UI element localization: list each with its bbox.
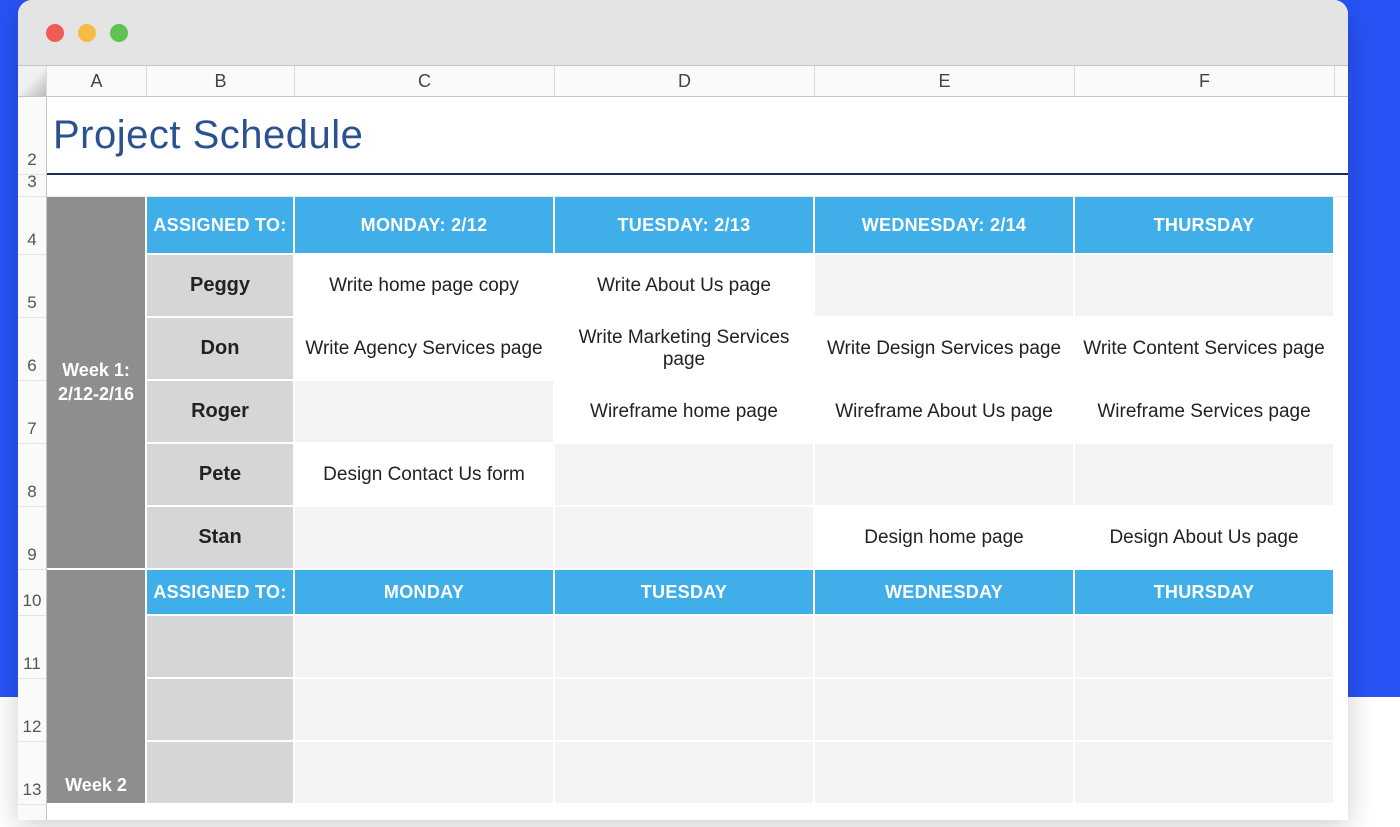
col-header[interactable]: A <box>47 66 147 96</box>
close-icon[interactable] <box>46 24 64 42</box>
row-header[interactable]: 11 <box>18 616 46 679</box>
task-cell[interactable]: Write Agency Services page <box>295 318 555 381</box>
row-header[interactable]: 7 <box>18 381 46 444</box>
col-header[interactable]: F <box>1075 66 1335 96</box>
task-cell[interactable] <box>1075 742 1335 805</box>
week-label[interactable]: Week 1: 2/12-2/16 <box>47 197 147 570</box>
task-cell[interactable]: Wireframe home page <box>555 381 815 444</box>
task-cell[interactable]: Design Contact Us form <box>295 444 555 507</box>
col-header[interactable]: C <box>295 66 555 96</box>
task-cell[interactable] <box>1075 444 1335 507</box>
task-cell[interactable] <box>295 507 555 570</box>
task-cell[interactable] <box>815 616 1075 679</box>
table-header[interactable]: TUESDAY <box>555 570 815 616</box>
row-header[interactable]: 4 <box>18 197 46 255</box>
task-cell[interactable]: Design home page <box>815 507 1075 570</box>
row-header[interactable]: 3 <box>18 175 46 197</box>
task-cell[interactable] <box>1075 616 1335 679</box>
task-cell[interactable] <box>295 381 555 444</box>
row-headers: 2 3 4 5 6 7 8 9 10 11 12 13 <box>18 97 47 820</box>
page-title: Project Schedule <box>53 113 363 158</box>
row-header[interactable]: 13 <box>18 742 46 805</box>
row-header[interactable]: 2 <box>18 97 46 175</box>
table-header[interactable]: THURSDAY <box>1075 570 1335 616</box>
col-header[interactable]: D <box>555 66 815 96</box>
table-header[interactable]: WEDNESDAY: 2/14 <box>815 197 1075 255</box>
assignee-cell[interactable]: Don <box>147 318 295 381</box>
assignee-cell[interactable] <box>147 679 295 742</box>
task-cell[interactable]: Write home page copy <box>295 255 555 318</box>
assignee-cell[interactable] <box>147 742 295 805</box>
app-window: A B C D E F 2 3 4 5 6 7 8 9 10 11 12 13 <box>18 0 1348 820</box>
maximize-icon[interactable] <box>110 24 128 42</box>
table-header[interactable]: THURSDAY <box>1075 197 1335 255</box>
task-cell[interactable] <box>555 679 815 742</box>
col-header[interactable]: E <box>815 66 1075 96</box>
select-all-corner[interactable] <box>18 66 47 96</box>
table-header[interactable]: WEDNESDAY <box>815 570 1075 616</box>
row-header[interactable]: 9 <box>18 507 46 570</box>
task-cell[interactable] <box>555 507 815 570</box>
task-cell[interactable]: Wireframe Services page <box>1075 381 1335 444</box>
table-header[interactable]: ASSIGNED TO: <box>147 197 295 255</box>
table-header[interactable]: MONDAY <box>295 570 555 616</box>
row-header[interactable]: 12 <box>18 679 46 742</box>
task-cell[interactable] <box>815 742 1075 805</box>
task-cell[interactable] <box>815 444 1075 507</box>
col-header[interactable]: B <box>147 66 295 96</box>
table-header[interactable]: ASSIGNED TO: <box>147 570 295 616</box>
assignee-cell[interactable]: Roger <box>147 381 295 444</box>
task-cell[interactable]: Write Design Services page <box>815 318 1075 381</box>
task-cell[interactable] <box>815 679 1075 742</box>
title-row[interactable]: Project Schedule <box>47 97 1348 175</box>
cells-area: Project Schedule Week 1: 2/12-2/16 ASSIG… <box>47 97 1348 820</box>
task-cell[interactable]: Write About Us page <box>555 255 815 318</box>
week-label[interactable]: Week 2 <box>47 570 147 805</box>
task-cell[interactable] <box>555 444 815 507</box>
task-cell[interactable]: Write Content Services page <box>1075 318 1335 381</box>
task-cell[interactable]: Design About Us page <box>1075 507 1335 570</box>
assignee-cell[interactable]: Stan <box>147 507 295 570</box>
assignee-cell[interactable]: Pete <box>147 444 295 507</box>
task-cell[interactable] <box>815 255 1075 318</box>
minimize-icon[interactable] <box>78 24 96 42</box>
task-cell[interactable]: Write Marketing Services page <box>555 318 815 381</box>
task-cell[interactable] <box>295 616 555 679</box>
titlebar <box>18 0 1348 65</box>
row-header[interactable]: 5 <box>18 255 46 318</box>
spreadsheet: A B C D E F 2 3 4 5 6 7 8 9 10 11 12 13 <box>18 65 1348 820</box>
table-header[interactable]: MONDAY: 2/12 <box>295 197 555 255</box>
row-header[interactable]: 10 <box>18 570 46 616</box>
task-cell[interactable] <box>555 742 815 805</box>
column-headers: A B C D E F <box>18 65 1348 97</box>
assignee-cell[interactable]: Peggy <box>147 255 295 318</box>
row-header[interactable]: 6 <box>18 318 46 381</box>
task-cell[interactable] <box>1075 255 1335 318</box>
row-header[interactable]: 8 <box>18 444 46 507</box>
task-cell[interactable] <box>295 679 555 742</box>
task-cell[interactable]: Wireframe About Us page <box>815 381 1075 444</box>
task-cell[interactable] <box>555 616 815 679</box>
task-cell[interactable] <box>1075 679 1335 742</box>
assignee-cell[interactable] <box>147 616 295 679</box>
empty-row[interactable] <box>47 175 1348 197</box>
task-cell[interactable] <box>295 742 555 805</box>
table-header[interactable]: TUESDAY: 2/13 <box>555 197 815 255</box>
